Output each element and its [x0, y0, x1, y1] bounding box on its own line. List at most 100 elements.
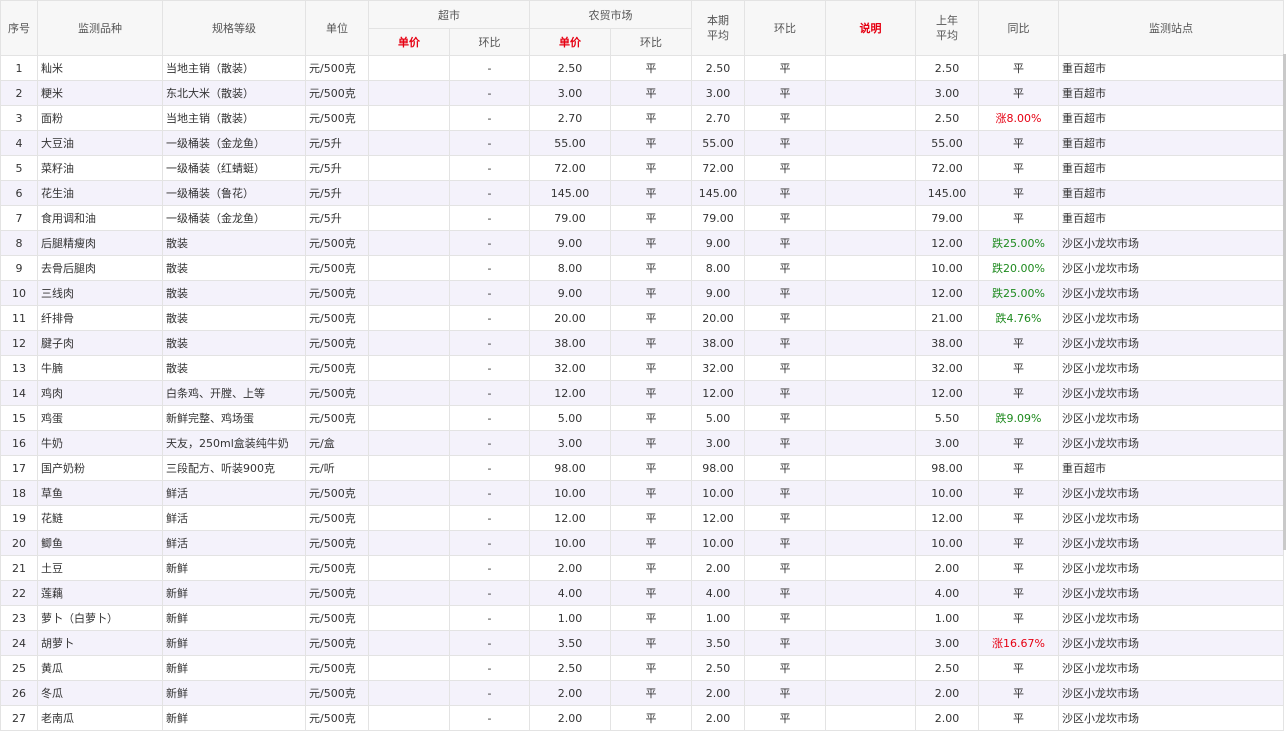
cell-fm-mom: 平 [610, 255, 692, 281]
cell-yoy: 平 [978, 355, 1059, 381]
cell-sm-mom: - [449, 380, 530, 406]
cell-period-avg: 3.00 [691, 80, 745, 106]
cell-period-avg: 38.00 [691, 330, 745, 356]
cell-item: 食用调和油 [37, 205, 163, 231]
header-sm-price: 单价 [368, 28, 450, 56]
cell-item: 花生油 [37, 180, 163, 206]
cell-fm-price: 3.50 [529, 630, 611, 656]
cell-last-year-avg: 12.00 [915, 230, 979, 256]
cell-last-year-avg: 145.00 [915, 180, 979, 206]
cell-spec: 一级桶装（金龙鱼） [162, 205, 306, 231]
cell-sm-mom: - [449, 605, 530, 631]
cell-spec: 一级桶装（鲁花） [162, 180, 306, 206]
cell-spec: 当地主销（散装） [162, 105, 306, 131]
cell-spec: 鲜活 [162, 505, 306, 531]
cell-seq: 2 [0, 80, 38, 106]
cell-last-year-avg: 21.00 [915, 305, 979, 331]
cell-mom: 平 [744, 305, 826, 331]
table-row: 10 三线肉 散装 元/500克 -9.00 平 9.00 平 12.00 跌25.00% 沙区小龙… [0, 280, 1284, 306]
cell-seq: 10 [0, 280, 38, 306]
cell-sm-mom: - [449, 480, 530, 506]
cell-period-avg: 2.00 [691, 555, 745, 581]
cell-note [825, 505, 916, 531]
cell-spec: 新鲜完整、鸡场蛋 [162, 405, 306, 431]
table-row: 2 粳米 东北大米（散装） 元/500克 -3.00 平 3.00 平 3.00 平重百超市 [0, 80, 1284, 106]
cell-sm-price [368, 180, 450, 206]
cell-yoy: 平 [978, 580, 1059, 606]
cell-seq: 20 [0, 530, 38, 556]
cell-station: 沙区小龙坎市场 [1058, 380, 1284, 406]
cell-station: 沙区小龙坎市场 [1058, 530, 1284, 556]
cell-unit: 元/5升 [305, 155, 369, 181]
cell-mom: 平 [744, 680, 826, 706]
cell-fm-mom: 平 [610, 130, 692, 156]
cell-note [825, 155, 916, 181]
cell-yoy: 平 [978, 605, 1059, 631]
cell-fm-mom: 平 [610, 530, 692, 556]
cell-fm-mom: 平 [610, 205, 692, 231]
cell-spec: 新鲜 [162, 605, 306, 631]
cell-item: 去骨后腿肉 [37, 255, 163, 281]
cell-period-avg: 72.00 [691, 155, 745, 181]
cell-last-year-avg: 3.00 [915, 80, 979, 106]
cell-period-avg: 32.00 [691, 355, 745, 381]
cell-fm-mom: 平 [610, 655, 692, 681]
cell-sm-mom: - [449, 430, 530, 456]
cell-fm-price: 1.00 [529, 605, 611, 631]
cell-fm-mom: 平 [610, 580, 692, 606]
cell-seq: 14 [0, 380, 38, 406]
cell-item: 国产奶粉 [37, 455, 163, 481]
cell-sm-price [368, 605, 450, 631]
cell-station: 重百超市 [1058, 130, 1284, 156]
cell-item: 菜籽油 [37, 155, 163, 181]
cell-station: 沙区小龙坎市场 [1058, 430, 1284, 456]
header-mom: 环比 [744, 0, 826, 56]
cell-sm-price [368, 280, 450, 306]
cell-station: 重百超市 [1058, 80, 1284, 106]
cell-yoy: 平 [978, 180, 1059, 206]
cell-station: 重百超市 [1058, 180, 1284, 206]
cell-sm-mom: - [449, 355, 530, 381]
cell-sm-mom: - [449, 555, 530, 581]
cell-unit: 元/500克 [305, 580, 369, 606]
cell-spec: 新鲜 [162, 555, 306, 581]
table-row: 20 鲫鱼 鲜活 元/500克 -10.00 平 10.00 平 10.00 平沙区小龙坎市场 [0, 530, 1284, 556]
cell-mom: 平 [744, 455, 826, 481]
cell-fm-price: 8.00 [529, 255, 611, 281]
cell-period-avg: 2.00 [691, 680, 745, 706]
cell-fm-mom: 平 [610, 305, 692, 331]
table-body: 1 籼米 当地主销（散装） 元/500克 -2.50 平 2.50 平 2.50 平重百超市 2 粳米… [0, 55, 1284, 731]
cell-spec: 一级桶装（金龙鱼） [162, 130, 306, 156]
cell-mom: 平 [744, 655, 826, 681]
cell-last-year-avg: 38.00 [915, 330, 979, 356]
cell-period-avg: 20.00 [691, 305, 745, 331]
cell-station: 重百超市 [1058, 155, 1284, 181]
cell-spec: 三段配方、听装900克 [162, 455, 306, 481]
cell-period-avg: 145.00 [691, 180, 745, 206]
cell-item: 纤排骨 [37, 305, 163, 331]
cell-unit: 元/500克 [305, 305, 369, 331]
cell-last-year-avg: 3.00 [915, 630, 979, 656]
cell-station: 沙区小龙坎市场 [1058, 405, 1284, 431]
cell-note [825, 555, 916, 581]
cell-station: 沙区小龙坎市场 [1058, 630, 1284, 656]
cell-fm-price: 20.00 [529, 305, 611, 331]
cell-mom: 平 [744, 255, 826, 281]
cell-period-avg: 8.00 [691, 255, 745, 281]
cell-spec: 新鲜 [162, 680, 306, 706]
cell-last-year-avg: 55.00 [915, 130, 979, 156]
cell-seq: 12 [0, 330, 38, 356]
cell-last-year-avg: 72.00 [915, 155, 979, 181]
cell-fm-price: 10.00 [529, 480, 611, 506]
price-monitor-page: 序号 监测品种 规格等级 单位 超市 农贸市场 本期 平均 环比 说明 上年 平… [0, 0, 1286, 731]
cell-period-avg: 12.00 [691, 505, 745, 531]
cell-unit: 元/5升 [305, 130, 369, 156]
cell-sm-price [368, 130, 450, 156]
cell-seq: 15 [0, 405, 38, 431]
cell-unit: 元/500克 [305, 380, 369, 406]
header-supermarket: 超市 [368, 0, 530, 29]
table-row: 18 草鱼 鲜活 元/500克 -10.00 平 10.00 平 10.00 平沙区小龙坎市场 [0, 480, 1284, 506]
cell-note [825, 355, 916, 381]
cell-seq: 27 [0, 705, 38, 731]
table-row: 21 土豆 新鲜 元/500克 -2.00 平 2.00 平 2.00 平沙区小龙坎市场 [0, 555, 1284, 581]
